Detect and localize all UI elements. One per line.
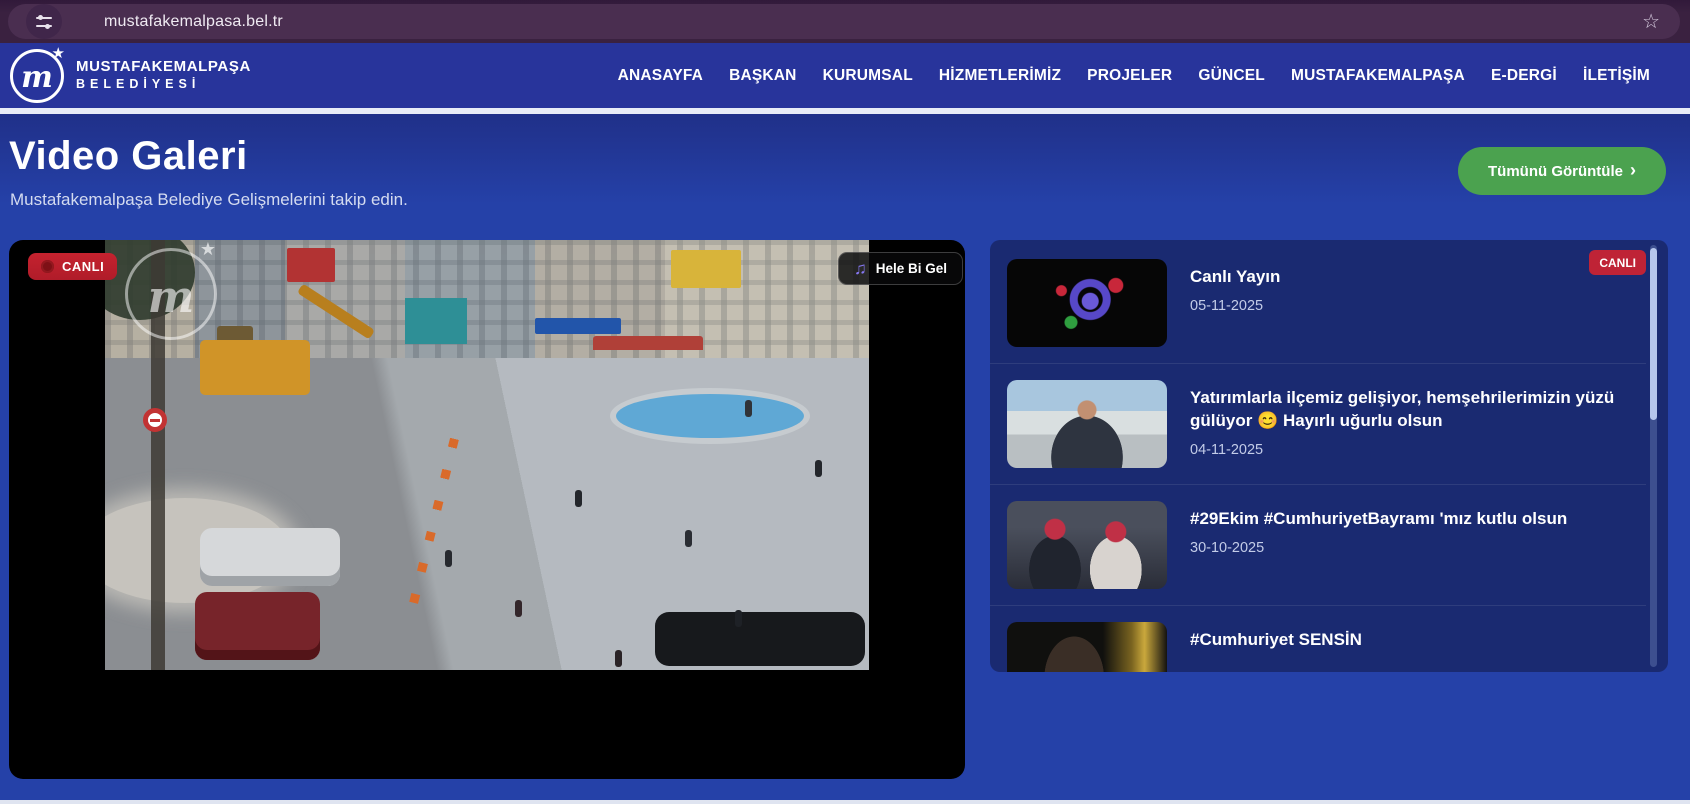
video-date: 30-10-2025 [1190,540,1567,556]
municipality-emblem-icon: m ★ [10,49,64,103]
red-car [195,592,320,660]
main-menu: ANASAYFA BAŞKAN KURUMSAL HİZMETLERİMİZ PROJE… [618,67,1650,85]
pedestrians [575,490,582,507]
teal-storefront [405,298,467,344]
nav-item-projeler[interactable]: PROJELER [1087,67,1172,85]
music-note-icon: ♫ [854,260,867,277]
emblem-star-icon: ★ [52,44,65,62]
tune-icon [36,16,52,28]
nav-item-kurumsal[interactable]: KURUMSAL [823,67,913,85]
scrollbar-track[interactable] [1650,245,1657,667]
video-title: Yatırımlarla ilçemiz gelişiyor, hemşehri… [1190,387,1629,433]
watermark-star-icon: ★ [200,240,216,260]
emblem-monogram: m [21,63,53,93]
nav-item-ba-kan[interactable]: BAŞKAN [729,67,797,85]
page-subtitle: Mustafakemalpaşa Belediye Gelişmelerini … [10,190,408,210]
video-list-item[interactable]: #Cumhuriyet SENSİN [990,605,1646,672]
site-logo[interactable]: m ★ MUSTAFAKEMALPAŞA BELEDİYESİ [10,49,251,103]
red-awning [593,336,703,350]
no-entry-sign [143,408,167,432]
scrollbar-thumb[interactable] [1650,248,1657,420]
bookmark-star-icon[interactable]: ☆ [1642,12,1660,32]
black-car [655,612,865,666]
live-dot-icon [41,260,54,273]
video-meta: Yatırımlarla ilçemiz gelişiyor, hemşehri… [1190,380,1629,468]
nav-item-e-dergi-[interactable]: E-DERGİ [1491,67,1557,85]
site-settings-icon[interactable] [26,4,62,39]
video-items-container: Canlı Yayın 05-11-2025 Yatırımlarla ilçemi… [990,240,1646,672]
video-thumbnail[interactable] [1007,501,1167,589]
video-list-item[interactable]: Canlı Yayın 05-11-2025 [990,240,1646,363]
red-banner-sign [287,248,335,282]
yellow-sign [671,250,741,288]
camera-feed: m ★ [105,240,869,670]
next-section-edge [0,800,1690,804]
browser-url-bar: mustafakemalpasa.bel.tr ☆ [0,0,1690,43]
blue-sign [535,318,621,334]
video-list-item[interactable]: Yatırımlarla ilçemiz gelişiyor, hemşehri… [990,363,1646,484]
video-thumbnail[interactable] [1007,380,1167,468]
video-thumbnail[interactable] [1007,622,1167,672]
page-title: Video Galeri [9,134,248,179]
video-title: Canlı Yayın [1190,266,1280,289]
video-list-panel: CANLI Canlı Yayın 05-11-2025 Yatırımlarla … [990,240,1668,672]
video-date: 04-11-2025 [1190,442,1629,458]
video-thumbnail[interactable] [1007,259,1167,347]
white-car [200,528,340,586]
nav-item-anasayfa[interactable]: ANASAYFA [618,67,703,85]
excavator [200,340,310,395]
nav-item-g-ncel[interactable]: GÜNCEL [1198,67,1265,85]
brand-text: MUSTAFAKEMALPAŞA BELEDİYESİ [76,58,251,92]
plaza-fountain [610,388,810,444]
nav-item-i-leti-i-m[interactable]: İLETİŞİM [1583,67,1650,85]
url-field[interactable]: mustafakemalpasa.bel.tr ☆ [8,4,1680,39]
watermark-monogram: m [148,272,195,323]
panel-live-badge: CANLI [1589,250,1646,275]
view-all-button[interactable]: Tümünü Görüntüle › [1458,147,1666,195]
video-meta: #Cumhuriyet SENSİN [1190,622,1362,672]
music-chip-label: Hele Bi Gel [876,261,947,276]
watermark-logo-icon: m ★ [125,248,217,340]
video-meta: Canlı Yayın 05-11-2025 [1190,259,1280,347]
video-title: #29Ekim #CumhuriyetBayramı 'mız kutlu ol… [1190,508,1567,531]
brand-subtitle: BELEDİYESİ [76,77,251,93]
live-video-player[interactable]: m ★ CANLI ♫ Hele Bi Gel [9,240,965,779]
nav-item-mustafakemalpa-a[interactable]: MUSTAFAKEMALPAŞA [1291,67,1465,85]
main-navbar: m ★ MUSTAFAKEMALPAŞA BELEDİYESİ ANASAYFA… [0,43,1690,108]
video-date: 05-11-2025 [1190,298,1280,314]
chevron-right-icon: › [1630,161,1636,179]
url-text: mustafakemalpasa.bel.tr [104,13,283,31]
music-chip: ♫ Hele Bi Gel [838,252,963,285]
video-list-item[interactable]: #29Ekim #CumhuriyetBayramı 'mız kutlu ol… [990,484,1646,605]
video-title: #Cumhuriyet SENSİN [1190,629,1362,652]
brand-title: MUSTAFAKEMALPAŞA [76,58,251,77]
view-all-label: Tümünü Görüntüle [1488,163,1623,180]
nav-item-hi-zmetleri-mi-z[interactable]: HİZMETLERİMİZ [939,67,1061,85]
video-meta: #29Ekim #CumhuriyetBayramı 'mız kutlu ol… [1190,501,1567,589]
live-badge-label: CANLI [62,259,104,274]
live-badge: CANLI [28,253,117,280]
